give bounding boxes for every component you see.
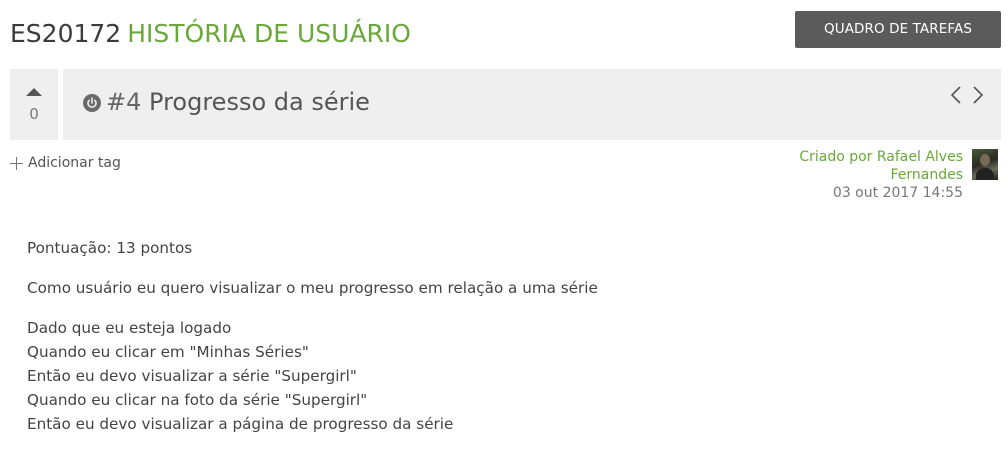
scenario-line: Quando eu clicar em "Minhas Séries"	[27, 343, 309, 361]
chevron-left-icon[interactable]	[949, 84, 965, 106]
chevron-right-icon[interactable]	[969, 84, 985, 106]
page-header: ES20172 HISTÓRIA DE USUÁRIO QUADRO DE TAR…	[0, 0, 1008, 66]
upvote-arrow-icon[interactable]	[26, 88, 42, 96]
avatar[interactable]	[972, 149, 998, 180]
scenario-line: Dado que eu esteja logado	[27, 319, 232, 337]
acceptance-scenario: Dado que eu esteja logado Quando eu clic…	[27, 316, 967, 436]
scenario-line: Quando eu clicar na foto da série "Super…	[27, 391, 368, 409]
story-points: Pontuação: 13 pontos	[27, 239, 193, 257]
add-tag-label: Adicionar tag	[28, 155, 121, 171]
story-statement: Como usuário eu quero visualizar o meu p…	[27, 279, 598, 297]
plus-icon	[10, 156, 23, 170]
story-name: Progresso da série	[149, 88, 370, 116]
power-icon[interactable]	[83, 94, 101, 112]
vote-box: 0	[10, 69, 58, 140]
creator-link[interactable]: Criado por Rafael Alves Fernandes	[799, 149, 963, 183]
creator-info: Criado por Rafael Alves Fernandes 03 out…	[780, 148, 963, 202]
story-title-bar: #4 Progresso da série	[63, 69, 1001, 140]
created-date: 03 out 2017 14:55	[832, 185, 963, 201]
scenario-line: Então eu devo visualizar a série "Superg…	[27, 367, 357, 385]
vote-count: 0	[29, 105, 39, 123]
section-title: HISTÓRIA DE USUÁRIO	[127, 19, 411, 48]
story-ref: #4	[106, 88, 142, 116]
taskboard-button[interactable]: QUADRO DE TAREFAS	[795, 11, 1001, 48]
project-code: ES20172	[10, 19, 122, 48]
page-title: ES20172 HISTÓRIA DE USUÁRIO	[10, 19, 411, 49]
scenario-line: Então eu devo visualizar a página de pro…	[27, 415, 454, 433]
story-title: #4 Progresso da série	[106, 87, 370, 117]
story-navigation	[949, 84, 985, 106]
story-description: Pontuação: 13 pontos Como usuário eu que…	[27, 236, 967, 436]
add-tag-button[interactable]: Adicionar tag	[10, 155, 121, 171]
